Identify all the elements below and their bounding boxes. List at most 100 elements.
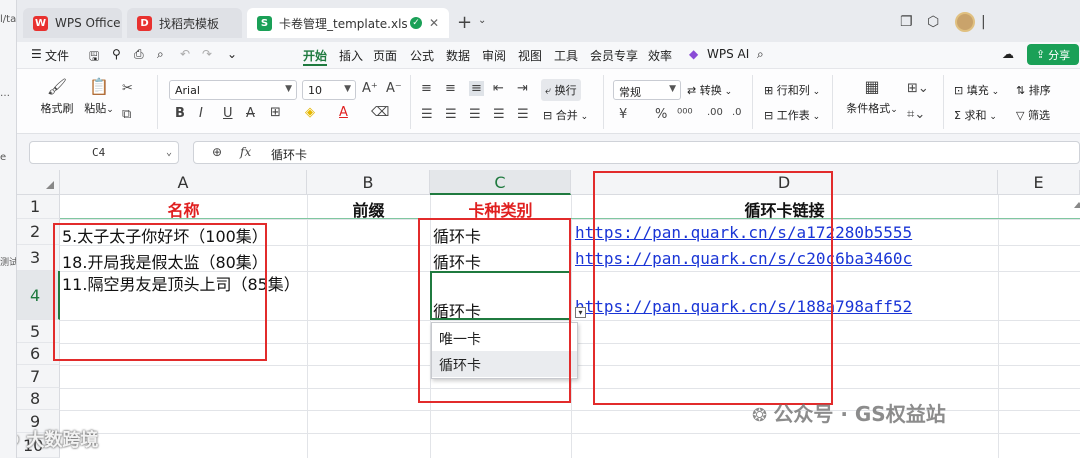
column-header-e[interactable]: E bbox=[998, 170, 1080, 195]
font-color-icon[interactable]: A bbox=[339, 105, 348, 120]
scroll-up-icon[interactable] bbox=[1074, 202, 1080, 208]
ribbon-separator bbox=[752, 75, 753, 129]
undo-icon[interactable]: ↶ bbox=[180, 47, 190, 61]
print-preview-icon[interactable]: ⌕ bbox=[157, 47, 164, 62]
function-icon[interactable]: fx bbox=[240, 145, 251, 159]
font-name-select[interactable]: Arial ▼ bbox=[169, 80, 297, 100]
distributed-icon[interactable]: ☰ bbox=[517, 107, 529, 122]
restore-icon[interactable]: ❐ bbox=[900, 14, 913, 30]
tab-active-spreadsheet[interactable]: S 卡卷管理_template.xls ✓ ✕ bbox=[247, 8, 449, 38]
chevron-down-icon: ▼ bbox=[344, 84, 351, 94]
align-middle-icon[interactable]: ≡ bbox=[445, 81, 456, 96]
menu-formula[interactable]: 公式 bbox=[410, 47, 434, 64]
strikethrough-icon[interactable]: A bbox=[246, 106, 255, 121]
conditional-format-button[interactable]: ▦ 条件格式⌄ bbox=[843, 77, 901, 116]
ribbon-toolbar: 🖌 格式刷 📋 粘贴⌄ ✂ ⧉ Arial ▼ 10 ▼ A⁺ A⁻ B I U… bbox=[17, 68, 1080, 134]
font-size-select[interactable]: 10 ▼ bbox=[302, 80, 356, 100]
worksheet-button[interactable]: ⊟ 工作表 ⌄ bbox=[764, 107, 820, 123]
sort-button[interactable]: ⇅ 排序 bbox=[1016, 82, 1051, 98]
chevron-down-icon[interactable]: ⌄ bbox=[478, 15, 486, 26]
hamburger-icon[interactable]: ☰ bbox=[31, 47, 42, 61]
menu-file[interactable]: 文件 bbox=[45, 47, 69, 64]
row-header-7[interactable]: 7 bbox=[17, 365, 60, 388]
save-icon[interactable]: 🖫 bbox=[89, 47, 99, 68]
new-tab-icon[interactable]: + bbox=[457, 12, 472, 33]
thousands-icon[interactable]: ⁰⁰⁰ bbox=[677, 107, 693, 122]
copy-icon[interactable]: ⧉ bbox=[122, 107, 131, 122]
align-center-icon[interactable]: ☰ bbox=[445, 107, 457, 122]
share-link-icon[interactable]: ⚲ bbox=[112, 47, 121, 61]
align-left-icon[interactable]: ☰ bbox=[421, 107, 433, 122]
font-size-value: 10 bbox=[308, 84, 322, 97]
align-bottom-icon[interactable]: ≡ bbox=[469, 81, 484, 96]
justify-icon[interactable]: ☰ bbox=[493, 107, 505, 122]
percent-icon[interactable]: % bbox=[655, 107, 667, 122]
convert-button[interactable]: ⇄ 转换 ⌄ bbox=[687, 82, 732, 98]
clipboard-icon: 📋 bbox=[89, 77, 109, 96]
rows-columns-button[interactable]: ⊞ 行和列 ⌄ bbox=[764, 82, 820, 98]
cube-icon[interactable]: ⬡ bbox=[927, 14, 939, 30]
menu-review[interactable]: 审阅 bbox=[482, 47, 506, 64]
decrease-font-icon[interactable]: A⁻ bbox=[386, 81, 402, 96]
bold-icon[interactable]: B bbox=[175, 106, 185, 121]
indent-increase-icon[interactable]: ⇥ bbox=[517, 81, 528, 96]
paste-button[interactable]: 📋 粘贴⌄ bbox=[79, 77, 119, 116]
number-format-select[interactable]: 常规 ▼ bbox=[613, 80, 681, 100]
filter-button[interactable]: ▽ 筛选 bbox=[1016, 107, 1050, 123]
decimal-decrease-icon[interactable]: .0 bbox=[732, 107, 742, 118]
align-top-icon[interactable]: ≡ bbox=[421, 81, 432, 96]
cell-style-icon[interactable]: ⊞⌄ bbox=[907, 81, 929, 96]
row-header-1[interactable]: 1 bbox=[17, 195, 60, 219]
column-header-a[interactable]: A bbox=[60, 170, 307, 195]
fill-button[interactable]: ⊡ 填充 ⌄ bbox=[954, 82, 999, 98]
spreadsheet-grid[interactable]: A B C D E 1 2 3 4 5 6 7 8 9 10 名称 前缀 卡种类… bbox=[17, 170, 1080, 458]
select-all-corner[interactable] bbox=[17, 170, 60, 195]
menu-tools[interactable]: 工具 bbox=[554, 47, 578, 64]
cell-b1[interactable]: 前缀 bbox=[307, 197, 430, 221]
formula-input[interactable]: ⊕ fx 循环卡 bbox=[193, 141, 1080, 164]
print-icon[interactable]: ⎙ bbox=[134, 47, 144, 62]
menu-member[interactable]: 会员专享 bbox=[590, 47, 638, 64]
cloud-icon[interactable]: ☁ bbox=[1002, 47, 1014, 61]
column-header-b[interactable]: B bbox=[307, 170, 430, 195]
name-box[interactable]: C4 ⌄ bbox=[29, 141, 179, 164]
table-style-icon[interactable]: ⌗⌄ bbox=[907, 107, 925, 122]
redo-icon[interactable]: ↷ bbox=[202, 47, 212, 61]
menu-view[interactable]: 视图 bbox=[518, 47, 542, 64]
row-header-8[interactable]: 8 bbox=[17, 388, 60, 410]
menu-wps-ai[interactable]: WPS AI bbox=[707, 47, 749, 61]
tab-wps-office[interactable]: W WPS Office bbox=[23, 8, 122, 38]
column-header-c[interactable]: C bbox=[430, 170, 571, 195]
eraser-icon[interactable]: ⌫ bbox=[371, 105, 389, 120]
decimal-increase-icon[interactable]: .00 bbox=[707, 107, 723, 118]
indent-decrease-icon[interactable]: ⇤ bbox=[493, 81, 504, 96]
worksheet-icon: ⊟ bbox=[764, 109, 777, 122]
avatar[interactable] bbox=[955, 12, 975, 32]
search-icon[interactable]: ⌕ bbox=[757, 47, 764, 62]
quick-access-chevron-icon[interactable]: ⌄ bbox=[227, 47, 237, 61]
fill-color-icon[interactable]: ◈ bbox=[305, 105, 315, 120]
menu-home[interactable]: 开始 bbox=[303, 47, 327, 64]
dropdown-arrow-icon[interactable]: ▾ bbox=[575, 307, 586, 318]
sum-button[interactable]: Σ 求和 ⌄ bbox=[954, 107, 997, 123]
close-tab-icon[interactable]: ✕ bbox=[429, 16, 439, 30]
italic-icon[interactable]: I bbox=[199, 106, 203, 121]
underline-icon[interactable]: U bbox=[223, 106, 233, 121]
currency-icon[interactable]: ¥ bbox=[619, 107, 627, 122]
tab-docer-templates[interactable]: D 找稻壳模板 bbox=[127, 8, 242, 38]
wrap-text-button[interactable]: ⤶ 换行 bbox=[541, 79, 581, 101]
menu-page[interactable]: 页面 bbox=[373, 47, 397, 64]
align-right-icon[interactable]: ☰ bbox=[469, 107, 481, 122]
fill-icon: ⊡ bbox=[954, 84, 967, 97]
zoom-icon[interactable]: ⊕ bbox=[212, 145, 222, 159]
merge-cells-button[interactable]: ⊟ 合并 ⌄ bbox=[543, 107, 588, 123]
border-icon[interactable]: ⊞ bbox=[270, 105, 281, 120]
share-button[interactable]: ⇪ 分享 bbox=[1027, 44, 1079, 65]
increase-font-icon[interactable]: A⁺ bbox=[362, 81, 378, 96]
format-painter-button[interactable]: 🖌 格式刷 bbox=[37, 77, 77, 116]
cut-icon[interactable]: ✂ bbox=[122, 81, 133, 96]
menu-efficiency[interactable]: 效率 bbox=[648, 47, 672, 64]
menu-data[interactable]: 数据 bbox=[446, 47, 470, 64]
menu-insert[interactable]: 插入 bbox=[339, 47, 363, 64]
cell-a1[interactable]: 名称 bbox=[60, 197, 307, 221]
